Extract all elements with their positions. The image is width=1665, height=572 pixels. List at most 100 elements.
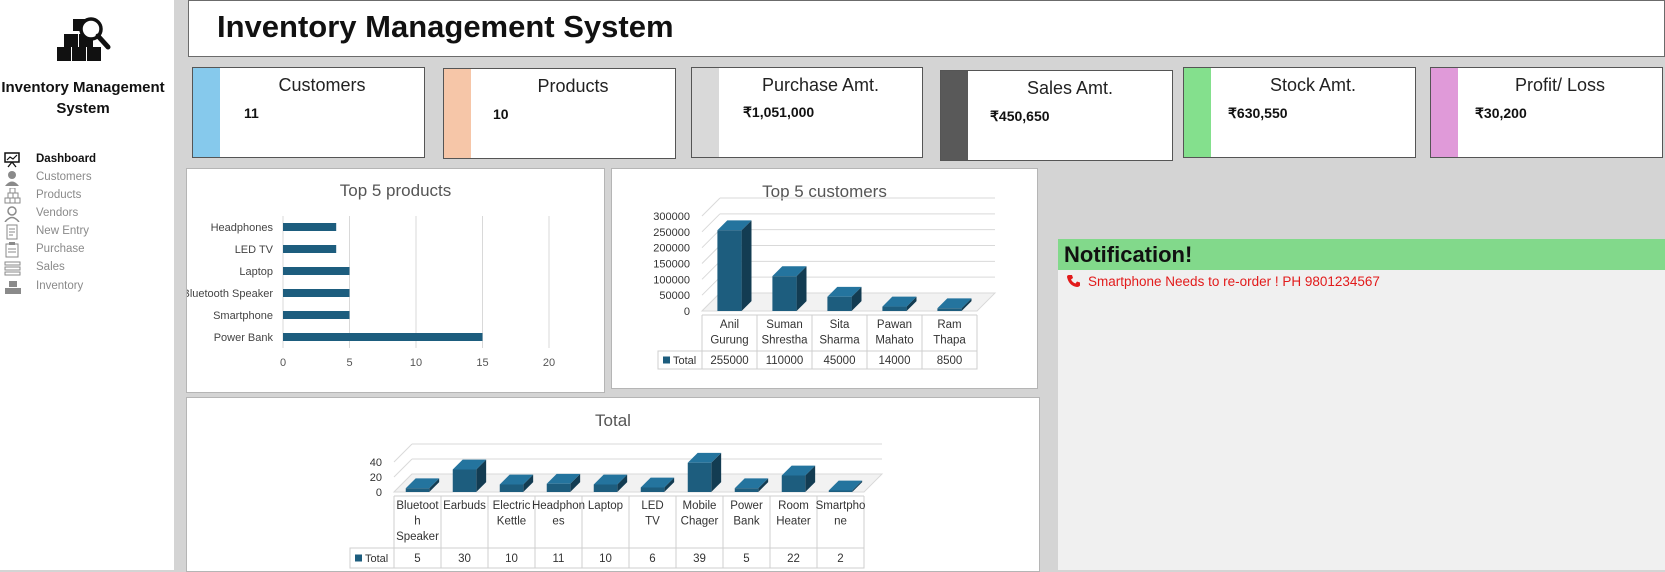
x-category-label: Electric xyxy=(493,500,531,512)
data-table-value: 11 xyxy=(553,553,565,565)
app-name: Inventory Management System xyxy=(1,79,165,117)
y-tick-label: 0 xyxy=(684,306,690,318)
bar xyxy=(687,462,712,492)
bar xyxy=(827,296,852,311)
x-category-label: Speaker xyxy=(396,531,439,543)
data-table-value: 39 xyxy=(693,553,706,565)
bar xyxy=(593,484,618,492)
x-category-label: Smartpho xyxy=(816,500,866,512)
x-category-label: h xyxy=(414,516,420,528)
top-products-chart: 0 5 10 15 20 Headphones LED TV Laptop Bluetooth … xyxy=(187,216,555,369)
bar xyxy=(546,483,571,492)
x-category-label: es xyxy=(552,516,564,528)
bar xyxy=(283,333,483,341)
data-table-value: 10 xyxy=(599,553,612,565)
kpi-title: Products xyxy=(537,76,609,96)
sidebar-item-dashboard[interactable]: Dashboard xyxy=(4,152,164,170)
x-category-label: Thapa xyxy=(933,335,966,347)
top-customers-chart: 0 50000 100000 150000 200000 250000 300000 Tota… xyxy=(653,197,997,370)
gridline xyxy=(393,443,413,463)
x-category-label: Shrestha xyxy=(761,335,808,347)
kpi-value: ₹30,200 xyxy=(1475,105,1527,121)
x-category-label: Kettle xyxy=(497,516,526,528)
data-table-value: 14000 xyxy=(879,355,911,367)
data-table-border xyxy=(657,350,978,370)
sidebar-item-customers[interactable]: Customers xyxy=(4,170,164,188)
y-tick-label: 300000 xyxy=(653,211,690,223)
gridline xyxy=(393,458,413,478)
data-table-value: 45000 xyxy=(824,355,856,367)
y-tick-label: 100000 xyxy=(653,274,690,286)
sidebar-item-label: Purchase xyxy=(36,243,85,255)
sidebar-item-purchase[interactable]: Purchase xyxy=(4,242,164,260)
data-table-value: 110000 xyxy=(766,355,804,367)
header: Inventory Management System xyxy=(188,0,1665,57)
kpi-card-stock-amt: Stock Amt. ₹630,550 xyxy=(1183,67,1416,158)
x-category-label: Sharma xyxy=(819,335,860,347)
y-category-label: Headphones xyxy=(211,222,274,234)
kpi-card-products: Products 10 xyxy=(443,68,676,159)
data-table-value: 8500 xyxy=(937,355,963,367)
sidebar-item-label: New Entry xyxy=(36,225,90,237)
y-category-label: LED TV xyxy=(235,244,274,256)
bar xyxy=(717,230,742,311)
x-category-label: Anil xyxy=(720,319,739,331)
sidebar-item-products[interactable]: Products xyxy=(4,188,164,206)
bar xyxy=(781,475,806,492)
bar xyxy=(772,276,797,311)
bar xyxy=(499,484,524,492)
x-category-label: Power xyxy=(730,500,763,512)
document-icon xyxy=(6,224,18,240)
y-tick-label: 50000 xyxy=(659,290,690,302)
sidebar-item-vendors[interactable]: Vendors xyxy=(4,206,164,224)
top-products-chart-panel: Top 5 products 0 5 10 15 20 Headphones LED TV L… xyxy=(186,168,605,393)
kpi-color-band xyxy=(444,69,471,158)
presentation-icon xyxy=(4,152,20,168)
x-tick-label: 10 xyxy=(410,357,422,369)
bar xyxy=(405,488,430,492)
total-chart-panel: Total 0 20 40 Total Bluetoot h Speaker 5 Earbuds… xyxy=(186,397,1040,572)
kpi-card-profit-loss: Profit/ Loss ₹30,200 xyxy=(1430,67,1663,158)
gridline xyxy=(701,245,721,264)
gridline xyxy=(701,197,721,217)
bar xyxy=(283,267,350,275)
bar xyxy=(283,245,337,253)
sidebar-item-sales[interactable]: Sales xyxy=(4,260,164,278)
x-category-label: Mahato xyxy=(875,335,913,347)
y-category-label: Power Bank xyxy=(214,332,274,344)
notification-text: Smartphone Needs to re-order ! PH 980123… xyxy=(1088,274,1380,289)
sidebar-item-label: Sales xyxy=(36,261,65,273)
inventory-icon xyxy=(5,281,21,294)
gridline xyxy=(701,213,721,233)
x-tick-label: 15 xyxy=(476,357,488,369)
x-category-label: Headphon xyxy=(532,500,585,512)
kpi-value: ₹1,051,000 xyxy=(743,104,815,120)
y-category-label: Laptop xyxy=(239,266,273,278)
kpi-value: ₹630,550 xyxy=(1228,105,1288,121)
bar xyxy=(283,289,350,297)
kpi-value: ₹450,650 xyxy=(990,108,1050,124)
legend-swatch xyxy=(663,356,670,364)
x-category-label: Pawan xyxy=(877,319,912,331)
data-table-value: 30 xyxy=(458,553,471,565)
kpi-color-band xyxy=(941,71,968,160)
x-category-label: Earbuds xyxy=(443,500,486,512)
data-table-value: 255000 xyxy=(710,355,748,367)
x-category-label: Ram xyxy=(937,319,961,331)
bar xyxy=(937,308,962,311)
gridline xyxy=(701,276,721,296)
kpi-card-customers: Customers 11 xyxy=(192,67,425,158)
data-table-value: 22 xyxy=(787,553,800,565)
x-category-label: Laptop xyxy=(588,500,623,512)
notification-header: Notification! xyxy=(1058,239,1665,270)
x-category-label: Mobile xyxy=(683,500,717,512)
kpi-title: Purchase Amt. xyxy=(761,75,880,95)
sidebar-item-inventory[interactable]: Inventory xyxy=(4,279,164,297)
y-tick-label: 40 xyxy=(370,457,382,469)
sidebar-item-new-entry[interactable]: New Entry xyxy=(4,224,164,242)
bar xyxy=(640,487,665,492)
sidebar-item-label: Inventory xyxy=(36,280,84,292)
kpi-color-band xyxy=(692,68,719,157)
bar xyxy=(734,488,759,492)
kpi-value: 10 xyxy=(493,106,509,122)
